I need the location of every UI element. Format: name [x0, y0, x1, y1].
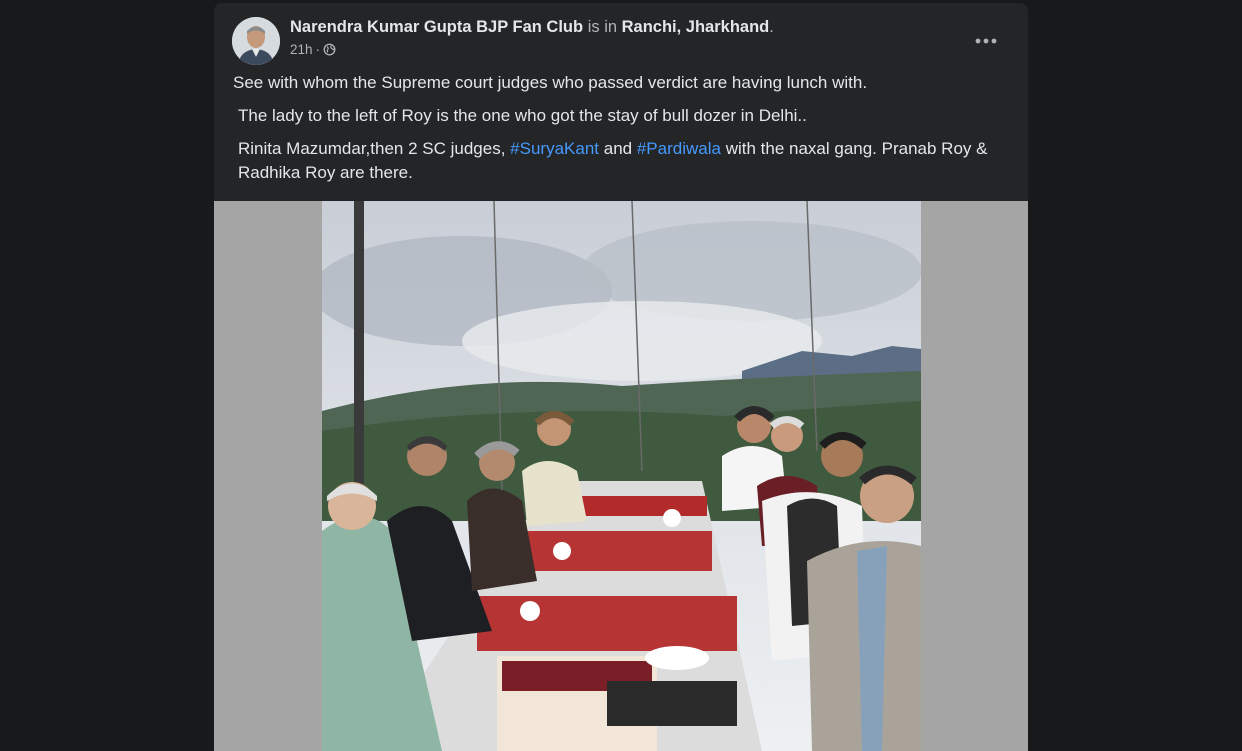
period-text: . — [769, 18, 774, 36]
hashtag-pardiwala[interactable]: #Pardiwala — [637, 139, 721, 158]
is-in-text: is in — [587, 18, 618, 36]
author-avatar[interactable] — [232, 17, 280, 65]
post-body-text: See with whom the Supreme court judges w… — [233, 71, 1013, 194]
post-paragraph-2: The lady to the left of Roy is the one w… — [238, 106, 807, 125]
globe-icon[interactable] — [323, 43, 336, 56]
header-text: Narendra Kumar Gupta BJP Fan Club is in … — [290, 18, 774, 57]
post-paragraph-3: Rinita Mazumdar,then 2 SC judges, #Surya… — [233, 137, 1013, 184]
post-meta: 21h · — [290, 42, 774, 57]
author-name[interactable]: Narendra Kumar Gupta BJP Fan Club — [290, 18, 583, 36]
avatar-image — [232, 17, 280, 65]
post-header: Narendra Kumar Gupta BJP Fan Club is in … — [232, 17, 1012, 67]
post-paragraph-1: See with whom the Supreme court judges w… — [233, 73, 868, 92]
more-horizontal-icon — [975, 38, 997, 44]
meta-separator: · — [315, 42, 321, 57]
lunch-photo-illustration — [322, 201, 921, 751]
post-card: Narendra Kumar Gupta BJP Fan Club is in … — [214, 3, 1028, 751]
more-options-button[interactable] — [968, 27, 1004, 55]
hashtag-surya-kant[interactable]: #SuryaKant — [510, 139, 599, 158]
location-link[interactable]: Ranchi, Jharkhand — [622, 18, 770, 36]
paragraph-3-and: and — [603, 139, 633, 158]
paragraph-3-start: Rinita Mazumdar,then 2 SC judges, — [238, 139, 506, 158]
post-media-area — [214, 201, 1028, 751]
post-photo[interactable] — [322, 201, 921, 751]
post-time[interactable]: 21h — [290, 42, 313, 57]
author-line: Narendra Kumar Gupta BJP Fan Club is in … — [290, 18, 774, 37]
